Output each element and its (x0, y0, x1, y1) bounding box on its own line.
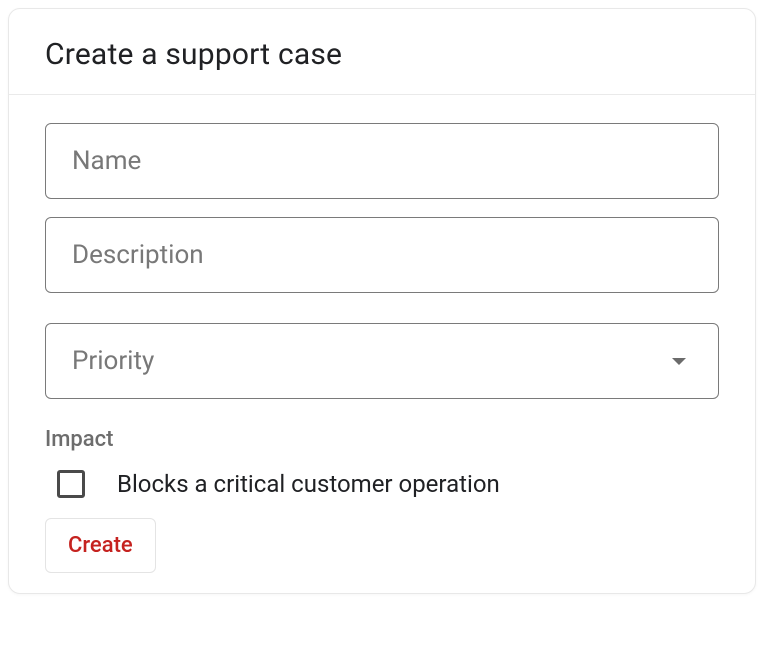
page-title: Create a support case (45, 37, 719, 72)
support-case-card: Create a support case Priority Impact Bl… (8, 8, 756, 594)
priority-placeholder: Priority (72, 346, 154, 376)
impact-checkbox[interactable] (57, 470, 85, 498)
impact-checkbox-row: Blocks a critical customer operation (45, 464, 719, 518)
name-input[interactable] (45, 123, 719, 199)
name-field-wrap (45, 123, 719, 199)
description-field-wrap (45, 217, 719, 293)
create-button[interactable]: Create (45, 518, 156, 573)
card-body: Priority Impact Blocks a critical custom… (9, 95, 755, 593)
impact-section-label: Impact (45, 427, 719, 452)
priority-select[interactable]: Priority (45, 323, 719, 399)
description-input[interactable] (45, 217, 719, 293)
priority-field-wrap: Priority (45, 323, 719, 399)
chevron-down-icon (672, 358, 686, 365)
impact-checkbox-label: Blocks a critical customer operation (117, 470, 500, 498)
card-header: Create a support case (9, 9, 755, 94)
